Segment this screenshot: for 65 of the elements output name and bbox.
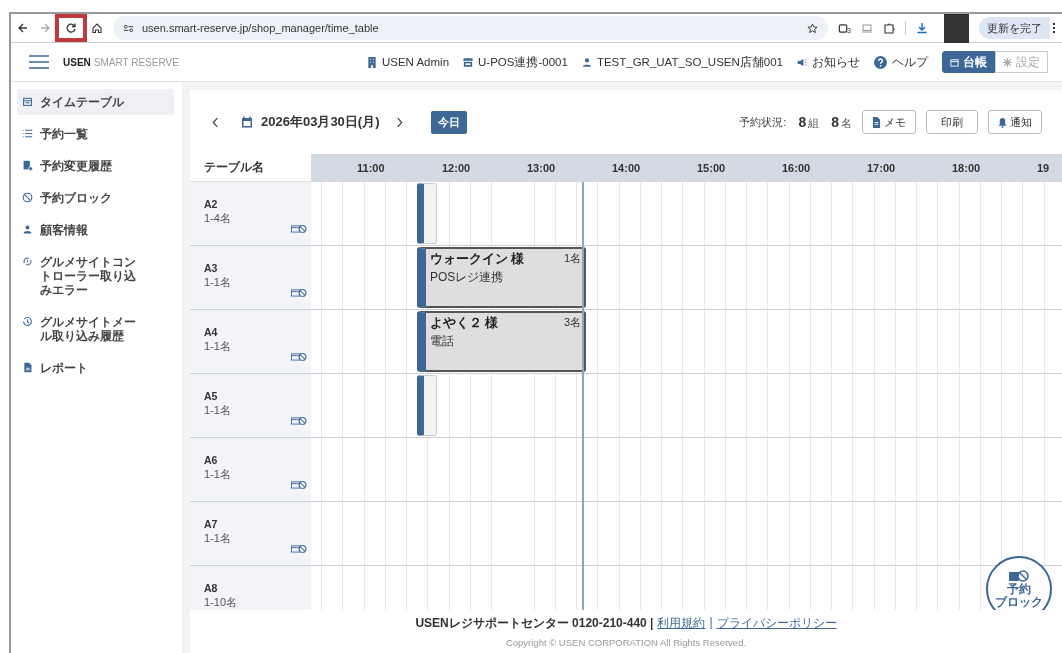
header-item[interactable]: ヘルプ <box>874 54 928 70</box>
header-item[interactable]: お知らせ <box>797 54 860 70</box>
reservation-block-button[interactable]: 予約 ブロック <box>986 556 1052 610</box>
sidebar-item[interactable]: 予約一覧 <box>17 121 174 147</box>
brand-name: USEN <box>63 56 91 68</box>
sidebar-item[interactable]: 顧客情報 <box>17 217 174 243</box>
sidebar-item[interactable]: レポート <box>17 355 174 381</box>
header-item[interactable]: U-POS連携-0001 <box>463 54 568 70</box>
toolbar-button[interactable]: 印刷 <box>926 110 978 134</box>
hour-label: 12:00 <box>442 162 472 174</box>
hour-label: 15:00 <box>697 162 727 174</box>
hour-label: 13:00 <box>527 162 557 174</box>
reservation-block[interactable]: よやく２ 様 3名 電話 <box>417 311 586 372</box>
link-separator: | <box>709 615 713 631</box>
table-name-cell[interactable]: A4 1-1名 <box>190 310 311 373</box>
table-capacity: 1-4名 <box>204 211 232 226</box>
date-label[interactable]: 2026年03月30日(月) <box>261 113 380 131</box>
table-name-cell[interactable]: A8 1-10名 <box>190 566 311 610</box>
toolbar-button[interactable]: 通知 <box>988 110 1042 134</box>
toolbar-button[interactable]: メモ <box>862 110 916 134</box>
table-capacity: 1-10名 <box>204 595 239 610</box>
footer-link[interactable]: 利用規約 <box>657 615 706 632</box>
today-button[interactable]: 今日 <box>430 110 467 134</box>
table-name: A4 <box>204 326 219 338</box>
header-item[interactable]: TEST_GR_UAT_SO_USEN店舗001 <box>581 54 783 70</box>
sidebar-item[interactable]: グルメサイトメール取り込み履歴 <box>17 309 174 349</box>
table-capacity: 1-1名 <box>204 403 232 418</box>
table-name-cell[interactable]: A5 1-1名 <box>190 374 311 437</box>
hour-label: 17:00 <box>867 162 897 174</box>
table-name: A8 <box>204 582 219 594</box>
table-capacity: 1-1名 <box>204 275 232 290</box>
hour-label: 19 <box>1037 162 1051 174</box>
table-name: A7 <box>204 518 219 530</box>
table-name: A2 <box>204 198 219 210</box>
sidebar-item[interactable]: 予約変更履歴 <box>17 153 174 179</box>
footer-link[interactable]: プライバシーポリシー <box>716 615 837 632</box>
update-button[interactable]: 更新を完了 <box>979 17 1050 39</box>
table-capacity: 1-1名 <box>204 339 232 354</box>
reservation-block[interactable]: ウォークイン 様 1名 POSレジ連携 <box>417 247 586 308</box>
sidebar-item[interactable]: グルメサイトコントローラー取り込みエラー <box>17 249 174 303</box>
hour-label: 14:00 <box>612 162 642 174</box>
group-count: 8組 <box>798 113 820 131</box>
hour-label: 11:00 <box>357 162 386 174</box>
mode-tab[interactable]: 台帳 <box>942 51 995 73</box>
address-bar[interactable]: usen.smart-reserve.jp/shop_manager/time_table <box>113 16 829 40</box>
table-capacity: 1-1名 <box>204 467 232 482</box>
brand-subtitle: SMART RESERVE <box>93 56 179 68</box>
hour-label: 16:00 <box>782 162 812 174</box>
table-name: A5 <box>204 390 219 402</box>
header-item[interactable]: USEN Admin <box>366 56 450 68</box>
reservation-status-label: 予約状況: <box>739 114 787 130</box>
table-name-cell[interactable]: A7 1-1名 <box>190 502 311 565</box>
table-name: A3 <box>204 262 219 274</box>
hour-label: 18:00 <box>952 162 982 174</box>
sidebar-item[interactable]: タイムテーブル <box>17 89 174 115</box>
support-center-text: USENレジサポートセンター 0120-210-440 | <box>415 615 654 632</box>
table-name-cell[interactable]: A3 1-1名 <box>190 246 311 309</box>
copyright-text: Copyright © USEN CORPORATION All Rights Reserved. <box>505 637 747 648</box>
table-name-cell[interactable]: A2 1-4名 <box>190 182 311 245</box>
url-text: usen.smart-reserve.jp/shop_manager/time_table <box>142 22 380 34</box>
table-capacity: 1-1名 <box>204 531 232 546</box>
guest-count: 8名 <box>831 113 852 131</box>
table-name: A6 <box>204 454 219 466</box>
sidebar-item[interactable]: 予約ブロック <box>17 185 174 211</box>
table-name-cell[interactable]: A6 1-1名 <box>190 438 311 501</box>
